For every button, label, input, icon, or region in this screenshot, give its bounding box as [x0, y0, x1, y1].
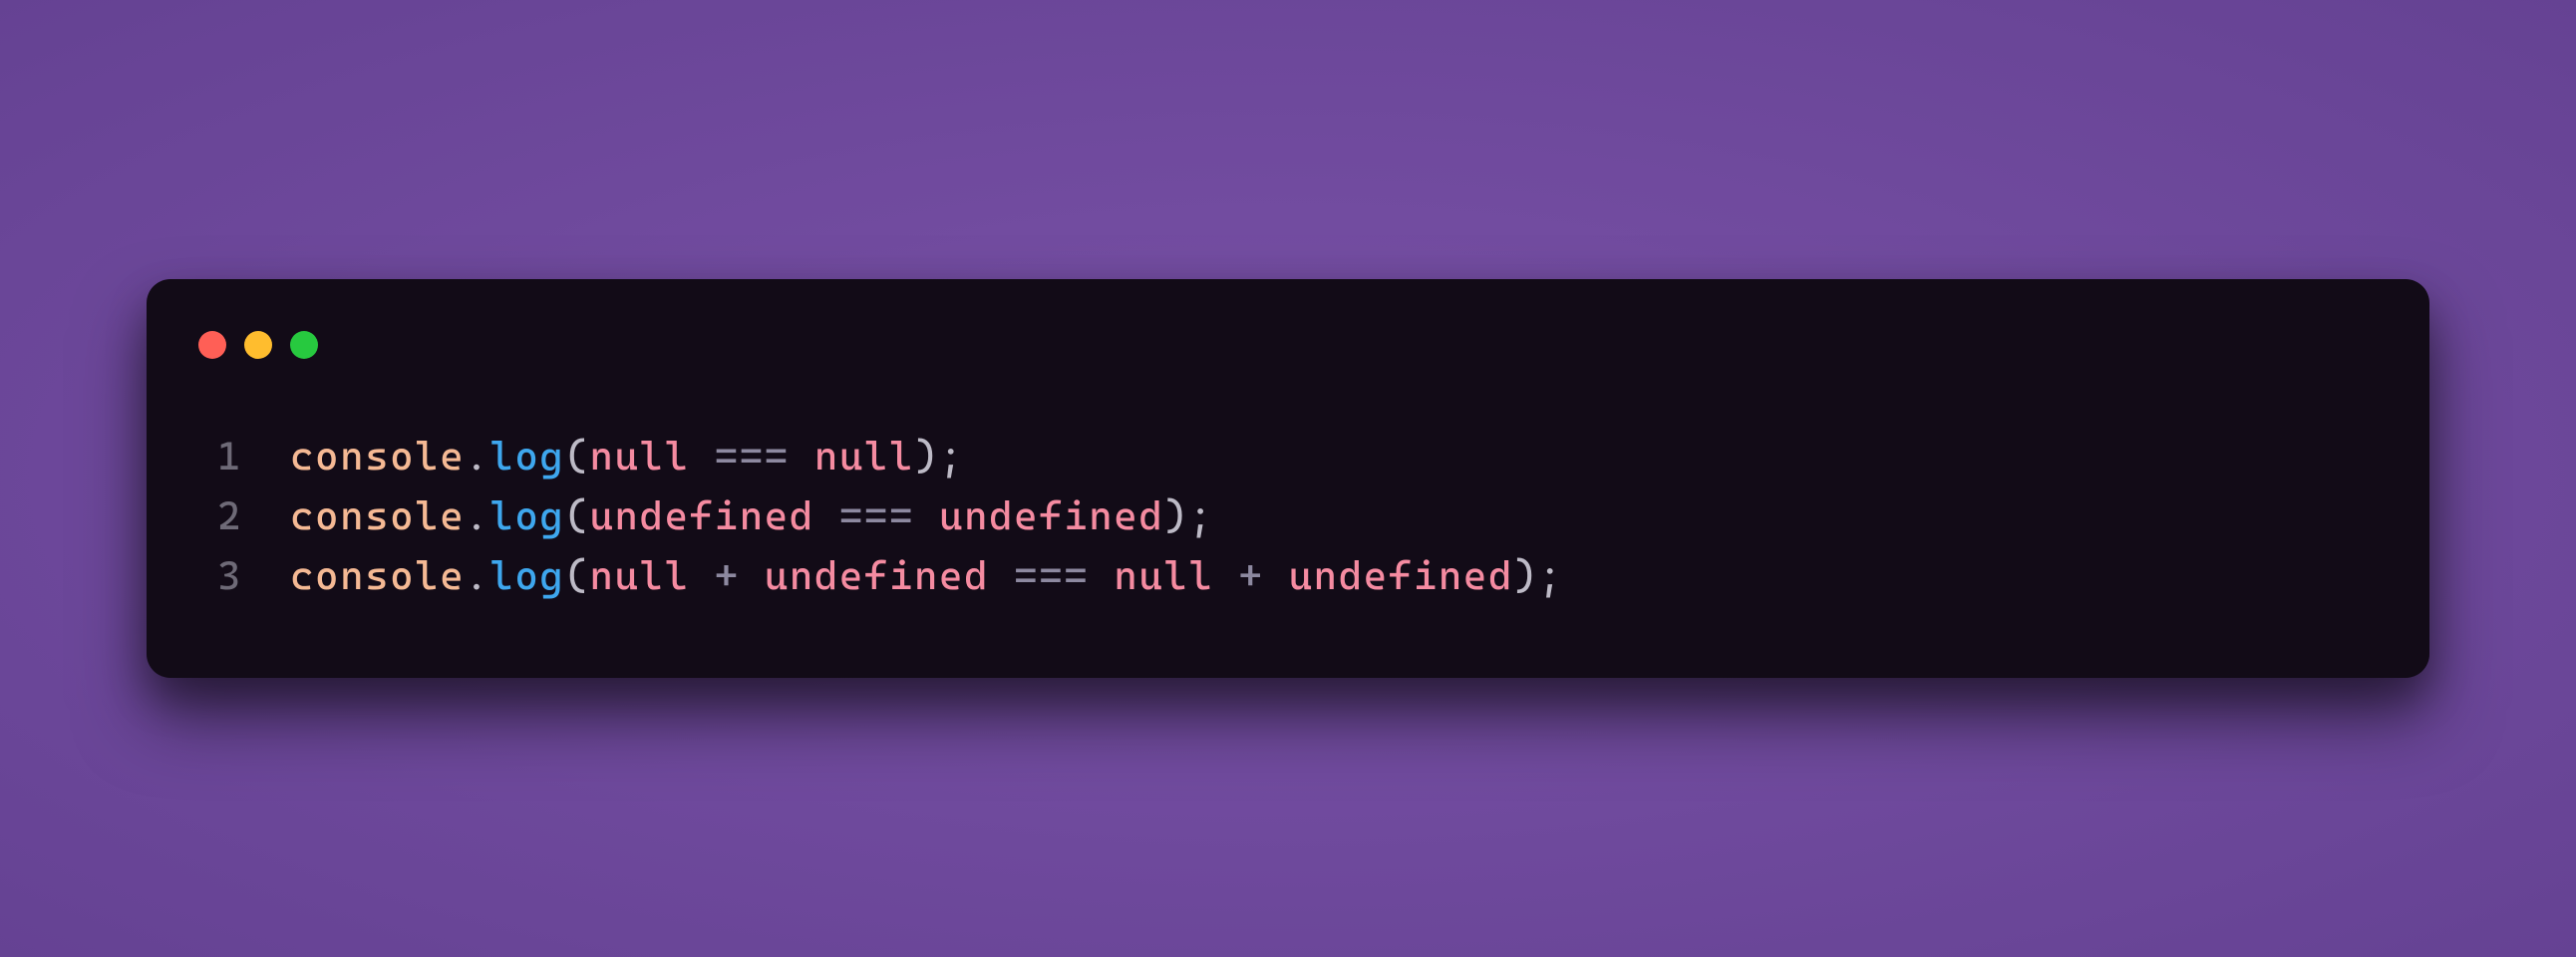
- token-op: +: [1239, 553, 1264, 599]
- token-punc: [690, 434, 715, 479]
- token-method: log: [489, 493, 564, 539]
- token-op: +: [715, 553, 740, 599]
- token-key: null: [589, 553, 689, 599]
- token-key: undefined: [765, 553, 989, 599]
- line-number: 2: [198, 486, 290, 546]
- minimize-icon[interactable]: [244, 331, 272, 359]
- token-punc: (: [564, 434, 589, 479]
- line-content: console.log(null + undefined === null + …: [290, 546, 1563, 606]
- token-obj: console: [290, 493, 465, 539]
- token-key: undefined: [589, 493, 813, 539]
- token-key: undefined: [939, 493, 1163, 539]
- line-content: console.log(undefined === undefined);: [290, 486, 1213, 546]
- token-punc: [1089, 553, 1114, 599]
- maximize-icon[interactable]: [290, 331, 318, 359]
- token-punc: (: [564, 493, 589, 539]
- token-punc: (: [564, 553, 589, 599]
- token-method: log: [489, 434, 564, 479]
- line-number: 1: [198, 427, 290, 486]
- token-key: null: [589, 434, 689, 479]
- token-punc: [1264, 553, 1289, 599]
- token-punc: [914, 493, 939, 539]
- token-punc: );: [914, 434, 964, 479]
- close-icon[interactable]: [198, 331, 226, 359]
- token-key: null: [1114, 553, 1213, 599]
- token-key: null: [814, 434, 914, 479]
- token-punc: [1214, 553, 1239, 599]
- code-line: 1console.log(null === null);: [198, 427, 2358, 486]
- token-punc: [790, 434, 814, 479]
- line-number: 3: [198, 546, 290, 606]
- code-area[interactable]: 1console.log(null === null);2console.log…: [198, 427, 2358, 606]
- token-key: undefined: [1289, 553, 1513, 599]
- token-punc: [690, 553, 715, 599]
- token-obj: console: [290, 553, 465, 599]
- code-editor-window: 1console.log(null === null);2console.log…: [147, 279, 2429, 678]
- token-punc: [989, 553, 1014, 599]
- token-punc: );: [1513, 553, 1563, 599]
- token-obj: console: [290, 434, 465, 479]
- window-titlebar: [198, 331, 2358, 359]
- token-punc: [814, 493, 839, 539]
- token-op: ===: [715, 434, 790, 479]
- code-line: 2console.log(undefined === undefined);: [198, 486, 2358, 546]
- code-line: 3console.log(null + undefined === null +…: [198, 546, 2358, 606]
- token-punc: .: [465, 493, 489, 539]
- token-punc: [740, 553, 765, 599]
- line-content: console.log(null === null);: [290, 427, 964, 486]
- token-op: ===: [839, 493, 914, 539]
- token-op: ===: [1014, 553, 1089, 599]
- token-method: log: [489, 553, 564, 599]
- token-punc: .: [465, 434, 489, 479]
- token-punc: .: [465, 553, 489, 599]
- token-punc: );: [1163, 493, 1213, 539]
